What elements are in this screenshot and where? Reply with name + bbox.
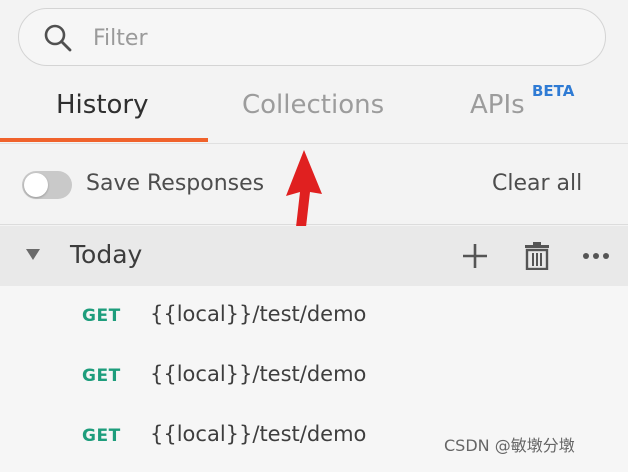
history-item[interactable]: GET {{local}}/test/demo bbox=[0, 286, 628, 346]
filter-input[interactable] bbox=[93, 19, 583, 57]
request-url: {{local}}/test/demo bbox=[150, 302, 367, 326]
save-responses-label: Save Responses bbox=[86, 171, 265, 196]
request-method: GET bbox=[82, 306, 121, 326]
watermark: CSDN @敏墩分墩 bbox=[444, 436, 575, 455]
request-url: {{local}}/test/demo bbox=[150, 362, 367, 386]
search-icon bbox=[44, 24, 72, 52]
history-item[interactable]: GET {{local}}/test/demo bbox=[0, 346, 628, 406]
tab-apis-label: APIs bbox=[470, 90, 525, 120]
clear-all-button[interactable]: Clear all bbox=[492, 171, 582, 196]
save-responses-toggle[interactable] bbox=[22, 171, 72, 199]
beta-badge: BETA bbox=[532, 82, 575, 100]
request-method: GET bbox=[82, 366, 121, 386]
tab-collections[interactable]: Collections bbox=[242, 90, 384, 120]
more-options-icon[interactable] bbox=[582, 251, 610, 261]
group-title: Today bbox=[70, 240, 143, 269]
plus-icon[interactable] bbox=[462, 243, 488, 269]
tab-bar: History Collections APIs BETA bbox=[0, 66, 628, 144]
collapse-caret-icon[interactable] bbox=[26, 249, 40, 261]
tab-history[interactable]: History bbox=[56, 90, 149, 120]
trash-icon[interactable] bbox=[524, 242, 550, 270]
toggle-knob bbox=[24, 173, 48, 197]
active-tab-underline bbox=[0, 138, 208, 142]
request-url: {{local}}/test/demo bbox=[150, 422, 367, 446]
request-method: GET bbox=[82, 426, 121, 446]
tab-apis[interactable]: APIs BETA bbox=[470, 82, 574, 120]
history-sidebar: History Collections APIs BETA Save Respo… bbox=[0, 0, 628, 472]
filter-box[interactable] bbox=[18, 8, 606, 66]
history-group-header[interactable]: Today bbox=[0, 226, 628, 286]
